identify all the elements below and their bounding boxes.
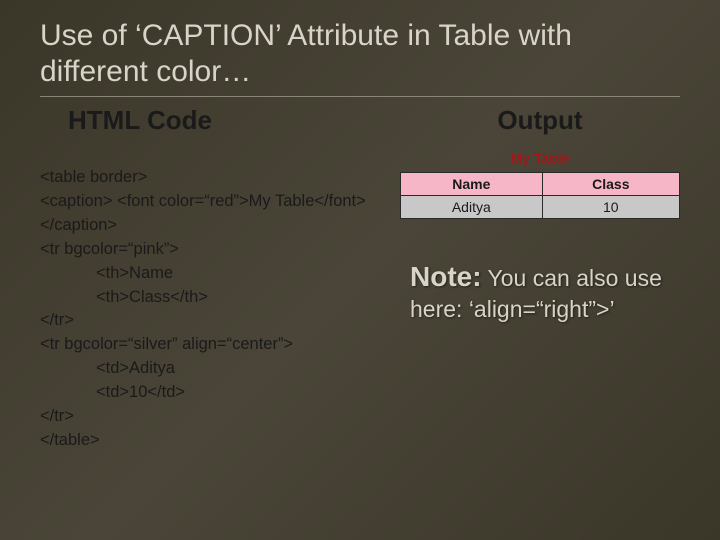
code-line: </table> [40,431,100,449]
code-line: <caption> <font color=“red”>My Table</fo… [40,192,366,234]
code-line: <th>Class</th> [40,286,380,310]
table-header-row: Name Class [401,173,680,196]
left-column: HTML Code <table border> <caption> <font… [40,105,380,477]
code-line: </tr> [40,407,74,425]
table-header-cell: Class [542,173,679,196]
right-column: Output My Table Name Class Aditya 10 Not… [400,105,680,477]
table-row: Aditya 10 [401,196,680,219]
html-code-heading: HTML Code [40,105,380,136]
output-table: Name Class Aditya 10 [400,172,680,219]
slide-title: Use of ‘CAPTION’ Attribute in Table with… [40,18,680,97]
code-line: <td>10</td> [40,381,380,405]
table-caption: My Table [400,150,680,166]
code-block: <table border> <caption> <font color=“re… [40,142,380,477]
code-line: <table border> [40,168,147,186]
note-label: Note: [410,261,482,292]
code-line: <th>Name [40,262,380,286]
table-cell: Aditya [401,196,543,219]
output-heading: Output [400,105,680,136]
table-cell: 10 [542,196,679,219]
code-line: </tr> [40,311,74,329]
code-line: <td>Aditya [40,357,380,381]
code-line: <tr bgcolor=“silver” align=“center”> [40,335,293,353]
note-text: Note: You can also use here: ‘align=“rig… [400,259,680,325]
code-line: <tr bgcolor=“pink”> [40,240,179,258]
content-columns: HTML Code <table border> <caption> <font… [40,105,680,477]
table-header-cell: Name [401,173,543,196]
